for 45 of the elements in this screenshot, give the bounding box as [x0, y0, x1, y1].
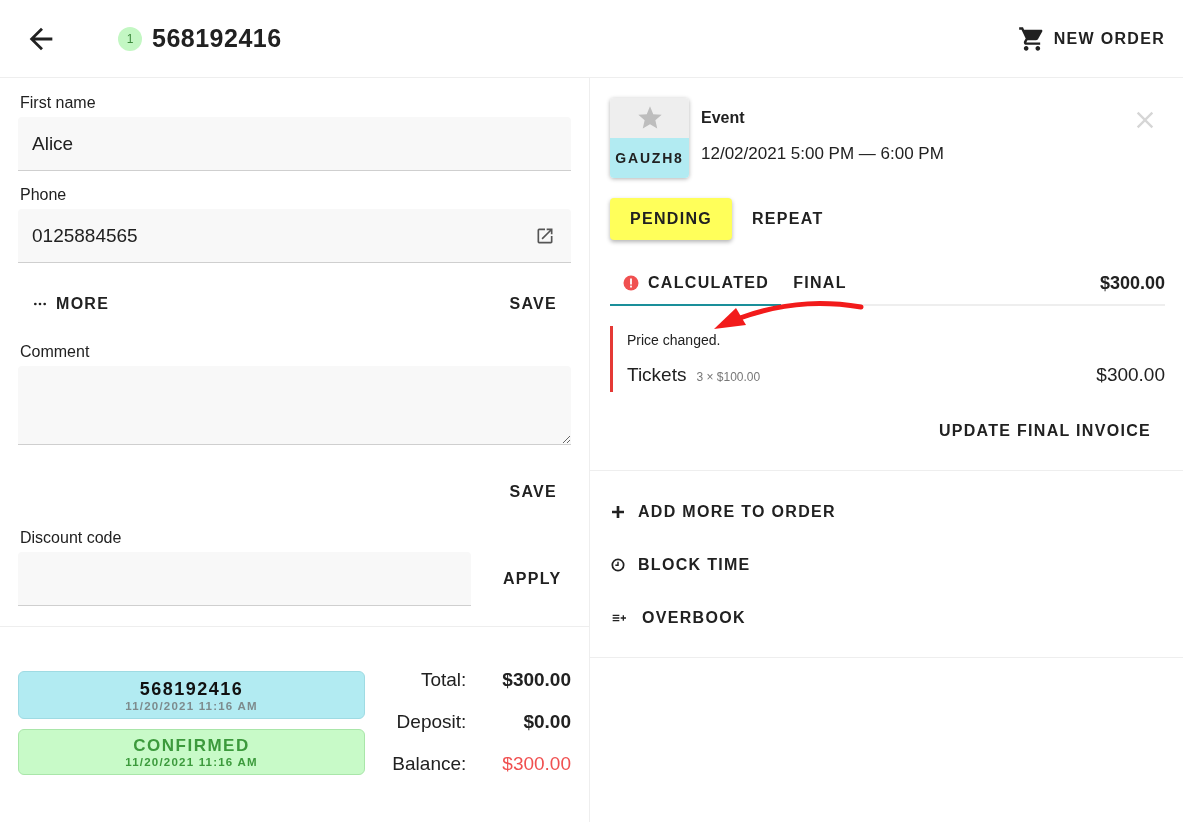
item-name: Tickets	[627, 364, 687, 386]
total-label: Deposit:	[395, 711, 467, 733]
status-text: CONFIRMED	[133, 736, 250, 756]
total-value: $300.00	[502, 669, 571, 691]
save-button[interactable]: SAVE	[495, 287, 571, 321]
order-number: 568192416	[152, 24, 282, 53]
pending-button[interactable]: PENDING	[610, 198, 732, 240]
update-final-invoice-button[interactable]: UPDATE FINAL INVOICE	[924, 414, 1165, 448]
item-quantity: 3 × $100.00	[696, 370, 761, 384]
plus-icon	[610, 504, 626, 520]
clock-icon	[610, 557, 626, 573]
external-link-icon[interactable]	[535, 226, 555, 246]
field-label: First name	[20, 94, 96, 112]
timestamp: 11/20/2021 11:16 AM	[125, 699, 258, 712]
order-number: 568192416	[139, 678, 244, 700]
apply-button[interactable]: APPLY	[489, 562, 576, 596]
add-more-button[interactable]: ADD MORE TO ORDER	[610, 491, 836, 533]
field-label: Discount code	[20, 529, 122, 547]
item-amount: $300.00	[1096, 364, 1165, 386]
count-badge: 1	[118, 26, 142, 51]
total-value: $300.00	[502, 753, 571, 775]
new-order-button[interactable]: NEW ORDER	[1003, 16, 1179, 61]
repeat-button[interactable]: REPEAT	[738, 198, 838, 240]
total-label: Total:	[419, 669, 467, 691]
event-time: 12/02/2021 5:00 PM — 6:00 PM	[701, 144, 945, 164]
phone-field[interactable]: 0125884565	[18, 209, 571, 263]
comment-field[interactable]	[18, 366, 571, 445]
total-label: Balance:	[392, 753, 467, 775]
event-title: Event	[701, 109, 746, 127]
field-label: Comment	[20, 343, 90, 361]
first-name-field[interactable]: Alice	[18, 117, 571, 171]
price-changed-notice: Price changed.	[627, 332, 722, 348]
field-label: Phone	[20, 186, 67, 204]
discount-code-field[interactable]	[18, 552, 471, 606]
invoice-tab[interactable]: CALCULATED	[610, 262, 782, 306]
more-button[interactable]: MORE	[18, 287, 124, 321]
warning-icon	[622, 274, 640, 292]
invoice-tab[interactable]: FINAL	[781, 262, 859, 306]
overbook-button[interactable]: OVERBOOK	[610, 597, 746, 639]
timestamp: 11/20/2021 11:16 AM	[125, 756, 258, 768]
event-code: GAUZH8	[610, 138, 689, 178]
total-value: $0.00	[522, 711, 571, 733]
invoice-total: $300.00	[1099, 272, 1165, 294]
save-button[interactable]: SAVE	[495, 475, 571, 509]
block-time-button[interactable]: BLOCK TIME	[610, 544, 751, 586]
